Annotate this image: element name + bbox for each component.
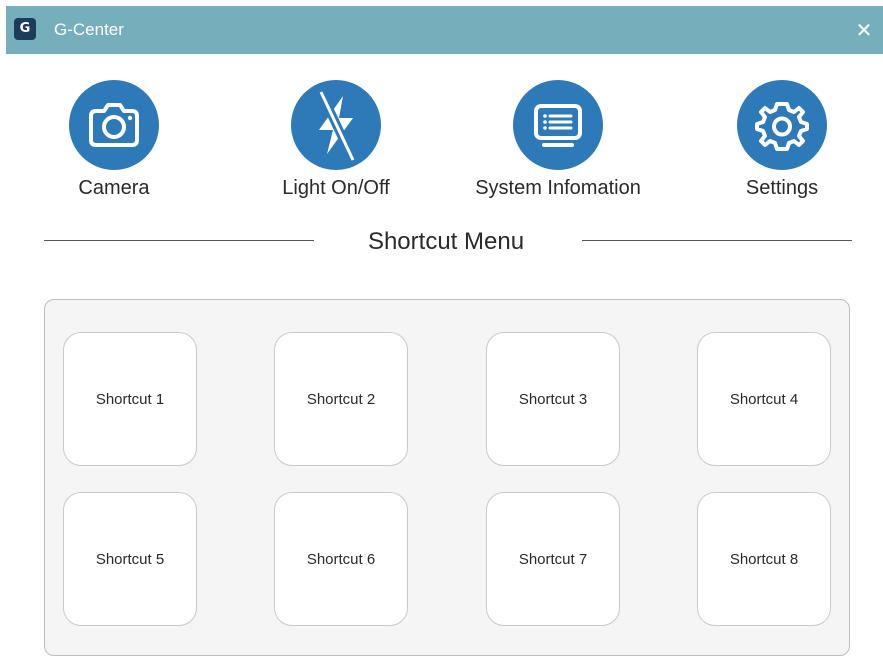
- title-bar: G G-Center ✕: [6, 6, 883, 54]
- shortcut-3-button[interactable]: Shortcut 3: [486, 332, 620, 466]
- shortcut-1-button[interactable]: Shortcut 1: [63, 332, 197, 466]
- light-toggle-icon: [291, 80, 381, 170]
- system-info-label: System Infomation: [475, 177, 641, 199]
- camera-label: Camera: [78, 177, 150, 199]
- close-icon: ✕: [855, 18, 873, 42]
- shortcut-2-button[interactable]: Shortcut 2: [274, 332, 408, 466]
- shortcut-7-button[interactable]: Shortcut 7: [486, 492, 620, 626]
- section-title: Shortcut Menu: [367, 228, 525, 255]
- settings-button[interactable]: Settings: [692, 80, 872, 210]
- camera-icon: [69, 80, 159, 170]
- gear-icon: [737, 80, 827, 170]
- window-title: G-Center: [54, 20, 124, 39]
- app-window: G G-Center ✕ Camera Light On/Off System …: [6, 6, 883, 670]
- app-logo: G: [14, 18, 36, 40]
- shortcut-4-button[interactable]: Shortcut 4: [697, 332, 831, 466]
- close-button[interactable]: ✕: [851, 17, 877, 43]
- camera-button[interactable]: Camera: [24, 80, 204, 210]
- system-info-button[interactable]: System Infomation: [468, 80, 648, 210]
- shortcut-panel: Shortcut 1 Shortcut 2 Shortcut 3 Shortcu…: [44, 299, 850, 656]
- shortcut-5-button[interactable]: Shortcut 5: [63, 492, 197, 626]
- section-divider-left: [44, 240, 314, 241]
- light-toggle-label: Light On/Off: [282, 177, 390, 199]
- shortcut-8-button[interactable]: Shortcut 8: [697, 492, 831, 626]
- system-info-icon: [513, 80, 603, 170]
- light-toggle-button[interactable]: Light On/Off: [246, 80, 426, 210]
- section-divider-right: [582, 240, 852, 241]
- shortcut-6-button[interactable]: Shortcut 6: [274, 492, 408, 626]
- settings-label: Settings: [745, 177, 819, 199]
